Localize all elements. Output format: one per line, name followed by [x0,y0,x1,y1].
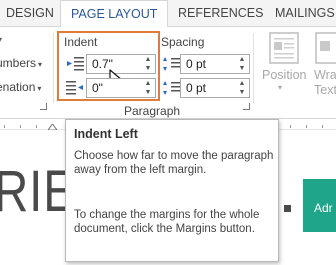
indent-marker-icon[interactable] [48,124,57,130]
tab-mailings[interactable]: MAILINGS [275,0,335,27]
spacing-group-title: Spacing [161,35,205,49]
heading-period [284,205,291,212]
left-dropdown-arrow[interactable]: ▾ [0,31,2,45]
tab-design[interactable]: DESIGN [6,0,54,27]
indent-right-value: 0" [92,81,103,95]
group-divider [53,33,54,103]
ruler-tick [322,125,323,128]
spin-up-icon[interactable]: ▲ [143,55,153,64]
indent-left-icon [67,57,84,71]
ruler-tick [4,125,5,128]
spin-down-icon[interactable]: ▼ [237,88,247,97]
wrap-text-icon [315,32,336,64]
indent-right-icon [66,81,83,95]
spacing-before-icon [163,57,181,71]
spin-up-icon[interactable]: ▲ [143,79,153,88]
chevron-down-icon: ▾ [278,83,283,92]
spin-up-icon[interactable]: ▲ [237,79,247,88]
spacing-after-value: 0 pt [186,81,207,95]
position-icon [269,32,299,64]
ribbon-body: ▾ umbers▾ enation▾ Indent 0.7" ▲ ▼ 0" ▲ … [0,27,336,119]
indent-right-spinner[interactable]: 0" ▲ ▼ [86,78,156,98]
tooltip-description: Choose how far to move the paragraph awa… [74,150,274,176]
spin-down-icon[interactable]: ▼ [143,64,153,73]
spacing-before-spinner[interactable]: 0 pt ▲ ▼ [180,54,250,74]
line-numbers-button[interactable]: umbers ▾ [0,56,42,70]
group-divider [253,33,254,103]
paragraph-dialog-launcher-icon[interactable] [243,103,250,110]
spacing-before-value: 0 pt [186,57,207,71]
tooltip-title: Indent Left [74,127,138,141]
ribbon-tab-bar: DESIGN PAGE LAYOUT REFERENCES MAILINGS [0,0,336,28]
spacing-after-icon [163,81,181,95]
tab-references[interactable]: REFERENCES [178,0,263,27]
tab-page-layout[interactable]: PAGE LAYOUT [60,0,169,28]
ruler-tick [306,125,307,128]
page-setup-dialog-launcher-icon[interactable] [40,103,47,110]
spin-down-icon[interactable]: ▼ [237,64,247,73]
tooltip-hint: To change the margins for the whole docu… [74,209,260,235]
ruler-tick [36,125,37,128]
tooltip: Indent Left Choose how far to move the p… [65,119,279,262]
line-numbers-label: umbers [0,56,37,70]
spin-up-icon[interactable]: ▲ [237,55,247,64]
paragraph-group-label: Paragraph [124,104,181,118]
chevron-down-icon: ▾ [38,60,43,69]
indent-group-title: Indent [64,35,98,49]
spin-down-icon[interactable]: ▼ [143,88,153,97]
ruler-tick [290,125,291,128]
wrap-text-label-line2: Text [314,83,336,97]
hyphenation-button[interactable]: enation▾ [0,80,41,94]
position-button[interactable]: Position [262,68,306,82]
add-button[interactable]: Adr [303,179,336,232]
spacing-after-spinner[interactable]: 0 pt ▲ ▼ [180,78,250,98]
hyphenation-label: enation [0,80,36,94]
ruler-tick [20,125,21,128]
chevron-down-icon: ▾ [37,84,42,93]
add-button-label: Adr [314,201,333,215]
wrap-text-button[interactable]: Wra [314,68,336,82]
